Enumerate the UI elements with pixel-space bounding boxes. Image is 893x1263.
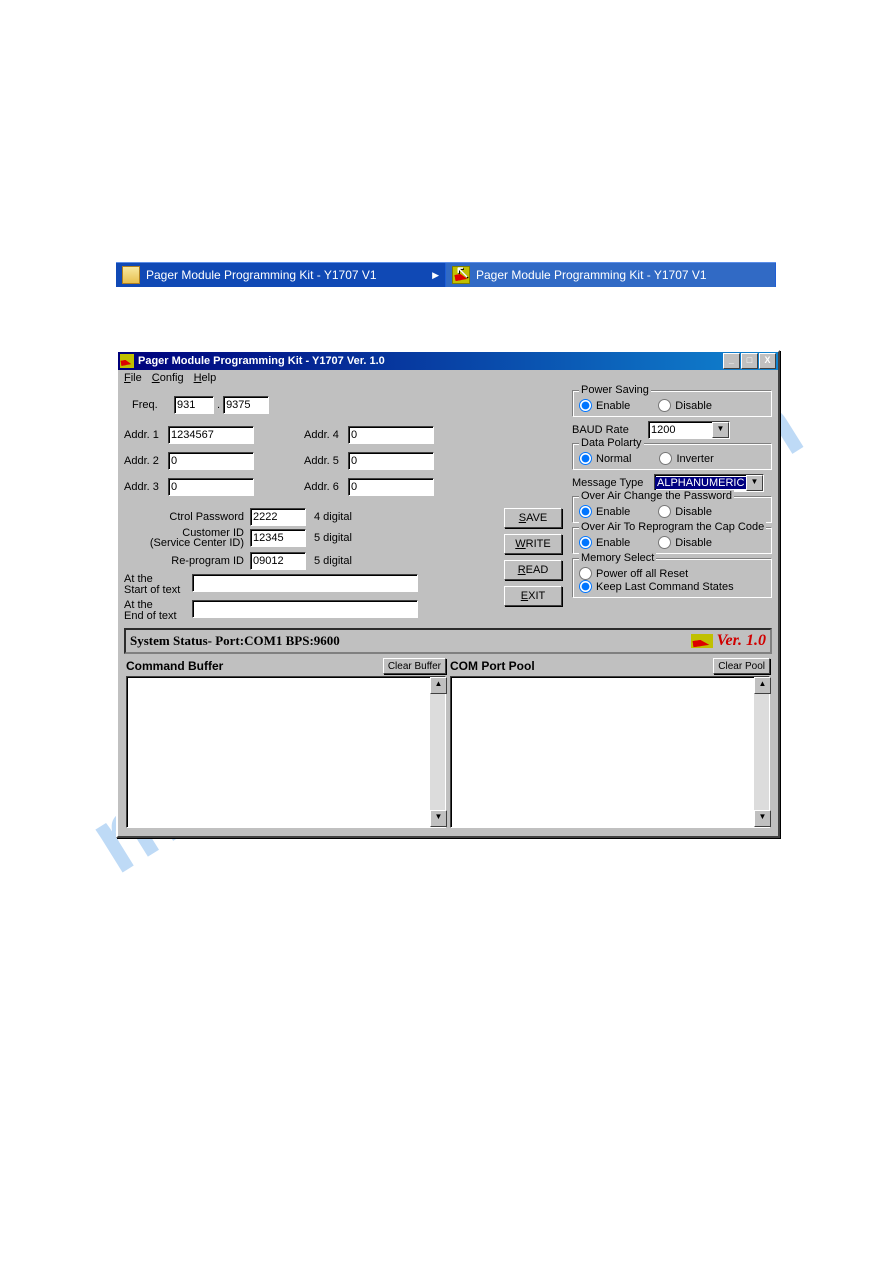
addr2-label: Addr. 2 (124, 455, 168, 467)
reprog-label: Re-program ID (124, 555, 250, 567)
taskbar-item-label: Pager Module Programming Kit - Y1707 V1 (146, 268, 377, 282)
ctrlpw-hint: 4 digital (306, 511, 352, 523)
titlebar[interactable]: Pager Module Programming Kit - Y1707 Ver… (118, 352, 778, 370)
scroll-down-icon[interactable]: ▼ (430, 810, 447, 827)
taskbar-arrow-icon: ▶ (432, 270, 439, 281)
ota-capcode-group: Over Air To Reprogram the Cap Code Enabl… (572, 527, 772, 554)
addr2-input[interactable] (168, 452, 254, 470)
msg-type-label: Message Type (572, 477, 654, 489)
menu-help[interactable]: Help (194, 372, 217, 384)
taskbar-item-app[interactable]: Pager Module Programming Kit - Y1707 V1 (446, 263, 776, 287)
exit-button[interactable]: EXIT (504, 586, 562, 606)
memory-select-group: Memory Select Power off all Reset Keep L… (572, 558, 772, 598)
command-buffer-panel: Command Buffer Clear Buffer ▲ ▼ (126, 656, 446, 828)
power-saving-title: Power Saving (579, 384, 651, 396)
addr5-label: Addr. 5 (304, 455, 348, 467)
addr1-label: Addr. 1 (124, 429, 168, 441)
start-text-label-b: Start of text (124, 584, 180, 596)
folder-icon (122, 266, 140, 284)
msg-type-value: ALPHANUMERIC (655, 477, 746, 489)
menubar: File Config Help (118, 370, 778, 386)
scroll-down-icon[interactable]: ▼ (754, 810, 771, 827)
addr3-input[interactable] (168, 478, 254, 496)
ota-password-group: Over Air Change the Password Enable Disa… (572, 496, 772, 523)
polarity-normal[interactable]: Normal (579, 452, 631, 465)
save-button[interactable]: SAVE (504, 508, 562, 528)
command-buffer-title: Command Buffer (126, 659, 223, 673)
com-port-pool-text[interactable]: ▲ ▼ (450, 676, 770, 828)
taskbar-item-label: Pager Module Programming Kit - Y1707 V1 (476, 268, 707, 282)
memory-reset[interactable]: Power off all Reset (579, 567, 765, 580)
memory-title: Memory Select (579, 552, 656, 564)
data-polarity-group: Data Polarty Normal Inverter (572, 443, 772, 470)
freq-major-input[interactable] (174, 396, 214, 414)
ota-cap-disable[interactable]: Disable (658, 536, 712, 549)
app-window: Pager Module Programming Kit - Y1707 Ver… (116, 350, 780, 838)
com-port-pool-title: COM Port Pool (450, 659, 535, 673)
addr5-input[interactable] (348, 452, 434, 470)
app-icon (120, 354, 134, 368)
taskbar: Pager Module Programming Kit - Y1707 V1 … (116, 262, 776, 287)
maximize-button[interactable]: □ (741, 353, 758, 369)
taskbar-item-folder[interactable]: Pager Module Programming Kit - Y1707 V1 … (116, 263, 446, 287)
freq-minor-input[interactable] (223, 396, 269, 414)
window-title: Pager Module Programming Kit - Y1707 Ver… (138, 355, 385, 367)
custid-hint: 5 digital (306, 532, 352, 544)
freq-label: Freq. (132, 399, 174, 411)
logo-icon (691, 634, 713, 648)
frequency-address-area: Freq. . Addr. 1 Addr. 2 (124, 390, 504, 550)
ota-cap-enable[interactable]: Enable (579, 536, 630, 549)
end-text-input[interactable] (192, 600, 418, 618)
menu-file[interactable]: File (124, 372, 142, 384)
version-text: Ver. 1.0 (717, 632, 766, 650)
baud-value: 1200 (649, 424, 712, 436)
scrollbar[interactable]: ▲ ▼ (754, 677, 769, 827)
polarity-inverter[interactable]: Inverter (659, 452, 713, 465)
reprog-hint: 5 digital (306, 555, 352, 567)
addr3-label: Addr. 3 (124, 481, 168, 493)
reprog-input[interactable] (250, 552, 306, 570)
ota-pw-title: Over Air Change the Password (579, 490, 734, 502)
addr6-label: Addr. 6 (304, 481, 348, 493)
custid-input[interactable] (250, 529, 306, 547)
polarity-title: Data Polarty (579, 437, 644, 449)
scrollbar[interactable]: ▲ ▼ (430, 677, 445, 827)
write-button[interactable]: WRITE (504, 534, 562, 554)
chevron-down-icon[interactable]: ▼ (712, 422, 729, 438)
ctrlpw-label: Ctrol Password (124, 511, 250, 523)
power-saving-enable[interactable]: Enable (579, 399, 630, 412)
app-icon (452, 266, 470, 284)
status-text: System Status- Port:COM1 BPS:9600 (130, 633, 340, 649)
ota-cap-title: Over Air To Reprogram the Cap Code (579, 521, 766, 533)
ctrlpw-input[interactable] (250, 508, 306, 526)
addr4-label: Addr. 4 (304, 429, 348, 441)
freq-dot: . (214, 399, 223, 411)
baud-label: BAUD Rate (572, 424, 648, 436)
start-text-input[interactable] (192, 574, 418, 592)
ota-pw-enable[interactable]: Enable (579, 505, 630, 518)
ota-pw-disable[interactable]: Disable (658, 505, 712, 518)
power-saving-disable[interactable]: Disable (658, 399, 712, 412)
read-button[interactable]: READ (504, 560, 562, 580)
scroll-up-icon[interactable]: ▲ (754, 677, 771, 694)
version-badge: Ver. 1.0 (691, 632, 766, 650)
chevron-down-icon[interactable]: ▼ (746, 475, 763, 491)
com-port-pool-panel: COM Port Pool Clear Pool ▲ ▼ (450, 656, 770, 828)
addr6-input[interactable] (348, 478, 434, 496)
custid-label-b: (Service Center ID) (150, 537, 244, 549)
power-saving-group: Power Saving Enable Disable (572, 390, 772, 417)
baud-select[interactable]: 1200 ▼ (648, 421, 730, 439)
addr4-input[interactable] (348, 426, 434, 444)
close-button[interactable]: X (759, 353, 776, 369)
menu-config[interactable]: Config (152, 372, 184, 384)
end-text-label-b: End of text (124, 610, 177, 622)
minimize-button[interactable]: _ (723, 353, 740, 369)
clear-buffer-button[interactable]: Clear Buffer (383, 658, 446, 674)
clear-pool-button[interactable]: Clear Pool (713, 658, 770, 674)
command-buffer-text[interactable]: ▲ ▼ (126, 676, 446, 828)
scroll-up-icon[interactable]: ▲ (430, 677, 447, 694)
memory-keep[interactable]: Keep Last Command States (579, 580, 765, 593)
status-bar: System Status- Port:COM1 BPS:9600 Ver. 1… (124, 628, 772, 654)
addr1-input[interactable] (168, 426, 254, 444)
